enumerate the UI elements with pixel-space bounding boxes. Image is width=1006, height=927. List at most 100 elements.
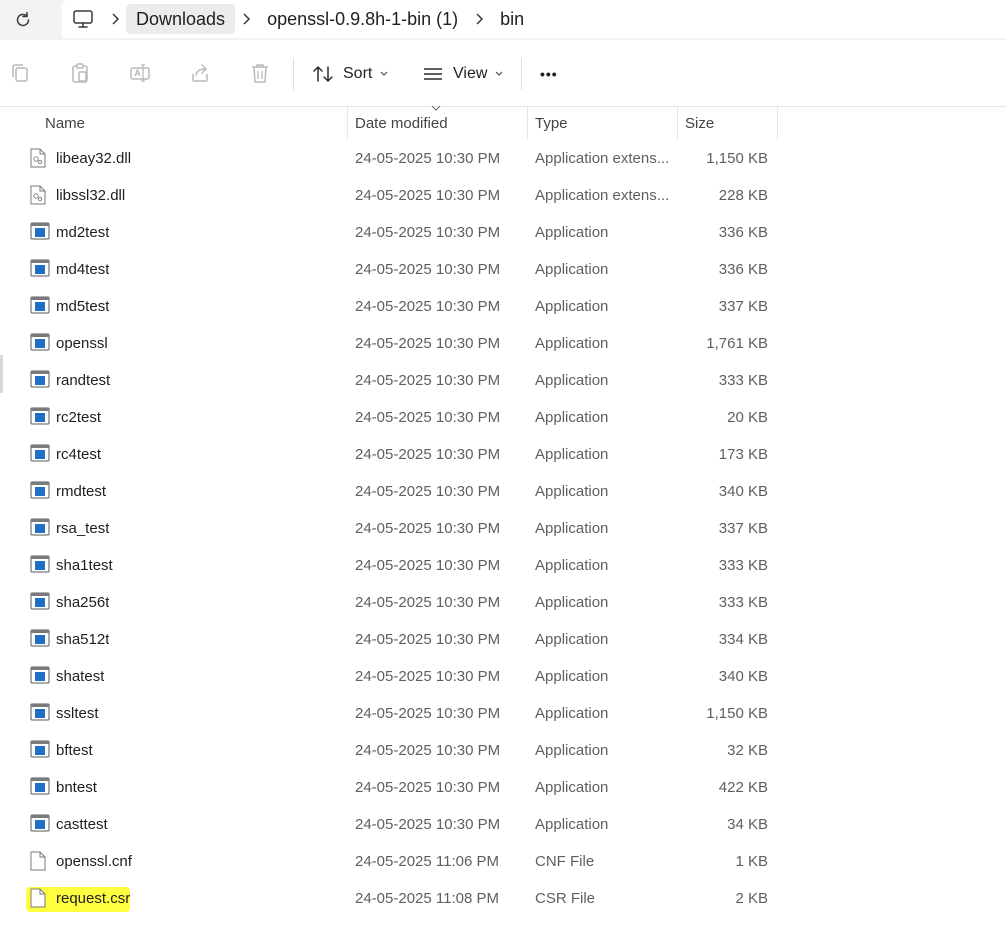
rename-icon (130, 64, 150, 82)
breadcrumb-openssl-folder[interactable]: openssl-0.9.8h-1-bin (1) (257, 4, 468, 34)
file-name[interactable]: openssl (56, 325, 108, 362)
file-date-modified: 24-05-2025 10:30 PM (355, 335, 501, 352)
column-divider[interactable] (527, 107, 528, 140)
file-size: 334 KB (718, 631, 768, 648)
file-name[interactable]: libeay32.dll (56, 140, 131, 177)
view-button[interactable]: View (422, 60, 504, 88)
file-name[interactable]: rc2test (56, 399, 101, 436)
file-name[interactable]: md5test (56, 288, 109, 325)
file-name[interactable]: md2test (56, 214, 109, 251)
file-name[interactable]: sha256t (56, 584, 109, 621)
file-name[interactable]: md4test (56, 251, 109, 288)
file-name[interactable]: openssl.cnf (56, 843, 132, 880)
paste-button[interactable] (65, 58, 95, 88)
computer-icon (73, 10, 93, 28)
file-row[interactable]: libeay32.dll 24-05-2025 10:30 PM Applicati… (0, 140, 1006, 177)
application-icon (30, 777, 50, 797)
file-date-modified: 24-05-2025 10:30 PM (355, 557, 501, 574)
column-size[interactable]: Size (685, 107, 714, 140)
file-row[interactable]: md5test 24-05-2025 10:30 PM Application 337… (0, 288, 1006, 325)
application-icon (30, 444, 50, 464)
application-icon (30, 703, 50, 723)
column-divider[interactable] (347, 107, 348, 140)
application-icon (30, 296, 50, 316)
file-size: 333 KB (718, 372, 768, 389)
breadcrumb-bin[interactable]: bin (490, 4, 534, 34)
file-name[interactable]: rc4test (56, 436, 101, 473)
file-row[interactable]: casttest 24-05-2025 10:30 PM Application 34… (0, 806, 1006, 843)
copy-button[interactable] (5, 58, 35, 88)
file-size: 337 KB (718, 298, 768, 315)
file-name[interactable]: sha512t (56, 621, 109, 658)
file-row[interactable]: openssl 24-05-2025 10:30 PM Application 1,7… (0, 325, 1006, 362)
file-size: 333 KB (718, 594, 768, 611)
application-icon (30, 592, 50, 612)
column-type[interactable]: Type (535, 107, 568, 140)
file-name[interactable]: bntest (56, 769, 97, 806)
file-size: 336 KB (718, 224, 768, 241)
column-divider[interactable] (677, 107, 678, 140)
sort-label: Sort (343, 65, 373, 82)
file-date-modified: 24-05-2025 10:30 PM (355, 816, 501, 833)
more-options-button[interactable]: ••• (540, 60, 558, 88)
view-label: View (453, 65, 488, 82)
file-row[interactable]: md4test 24-05-2025 10:30 PM Application 336… (0, 251, 1006, 288)
file-name[interactable]: shatest (56, 658, 104, 695)
this-pc-crumb[interactable] (62, 3, 104, 35)
application-icon (30, 666, 50, 686)
application-icon (30, 481, 50, 501)
address-bar: Downloads openssl-0.9.8h-1-bin (1) bin (0, 0, 1006, 40)
file-name[interactable]: randtest (56, 362, 110, 399)
file-name[interactable]: rmdtest (56, 473, 106, 510)
file-name[interactable]: sha1test (56, 547, 113, 584)
file-name[interactable]: bftest (56, 732, 93, 769)
file-row[interactable]: rsa_test 24-05-2025 10:30 PM Application 33… (0, 510, 1006, 547)
column-name[interactable]: Name (45, 107, 85, 140)
delete-button[interactable] (245, 58, 275, 88)
file-name[interactable]: libssl32.dll (56, 177, 125, 214)
file-row[interactable]: ssltest 24-05-2025 10:30 PM Application 1,1… (0, 695, 1006, 732)
file-type: Application (535, 372, 609, 389)
toolbar-divider (521, 58, 522, 90)
refresh-button[interactable] (10, 7, 36, 33)
file-row[interactable]: openssl.cnf 24-05-2025 11:06 PM CNF File 1 … (0, 843, 1006, 880)
chevron-right-icon[interactable] (104, 3, 126, 35)
file-date-modified: 24-05-2025 10:30 PM (355, 631, 501, 648)
file-row[interactable]: bftest 24-05-2025 10:30 PM Application 32 K… (0, 732, 1006, 769)
file-row[interactable]: md2test 24-05-2025 10:30 PM Application 336… (0, 214, 1006, 251)
file-row[interactable]: sha1test 24-05-2025 10:30 PM Application 33… (0, 547, 1006, 584)
file-name[interactable]: rsa_test (56, 510, 109, 547)
file-type: Application extens... (535, 150, 670, 167)
file-name[interactable]: ssltest (56, 695, 99, 732)
file-row[interactable]: bntest 24-05-2025 10:30 PM Application 422 … (0, 769, 1006, 806)
file-row[interactable]: libssl32.dll 24-05-2025 10:30 PM Applicati… (0, 177, 1006, 214)
file-date-modified: 24-05-2025 11:06 PM (355, 853, 499, 870)
file-size: 340 KB (718, 483, 768, 500)
sort-button[interactable]: Sort (312, 60, 389, 88)
file-row[interactable]: rmdtest 24-05-2025 10:30 PM Application 340… (0, 473, 1006, 510)
refresh-icon (16, 11, 30, 27)
trash-icon (252, 64, 268, 83)
file-date-modified: 24-05-2025 10:30 PM (355, 594, 501, 611)
column-date-modified[interactable]: Date modified (355, 107, 448, 140)
file-row[interactable]: randtest 24-05-2025 10:30 PM Application 33… (0, 362, 1006, 399)
share-button[interactable] (185, 58, 215, 88)
share-icon (192, 64, 208, 82)
breadcrumb-downloads[interactable]: Downloads (126, 4, 236, 34)
file-size: 340 KB (718, 668, 768, 685)
file-size: 34 KB (727, 816, 768, 833)
file-row[interactable]: sha256t 24-05-2025 10:30 PM Application 333… (0, 584, 1006, 621)
file-row[interactable]: rc4test 24-05-2025 10:30 PM Application 173… (0, 436, 1006, 473)
application-icon (30, 518, 50, 538)
file-row[interactable]: sha512t 24-05-2025 10:30 PM Application 334… (0, 621, 1006, 658)
rename-button[interactable] (125, 58, 155, 88)
chevron-right-icon[interactable] (235, 3, 257, 35)
file-row[interactable]: shatest 24-05-2025 10:30 PM Application 340… (0, 658, 1006, 695)
file-name[interactable]: casttest (56, 806, 108, 843)
chevron-right-icon[interactable] (468, 3, 490, 35)
file-name[interactable]: request.csr (56, 880, 130, 917)
column-divider[interactable] (777, 107, 778, 140)
file-row[interactable]: request.csr 24-05-2025 11:08 PM CSR File 2 … (0, 880, 1006, 917)
file-row[interactable]: rc2test 24-05-2025 10:30 PM Application 20 … (0, 399, 1006, 436)
file-size: 1,150 KB (706, 150, 768, 167)
